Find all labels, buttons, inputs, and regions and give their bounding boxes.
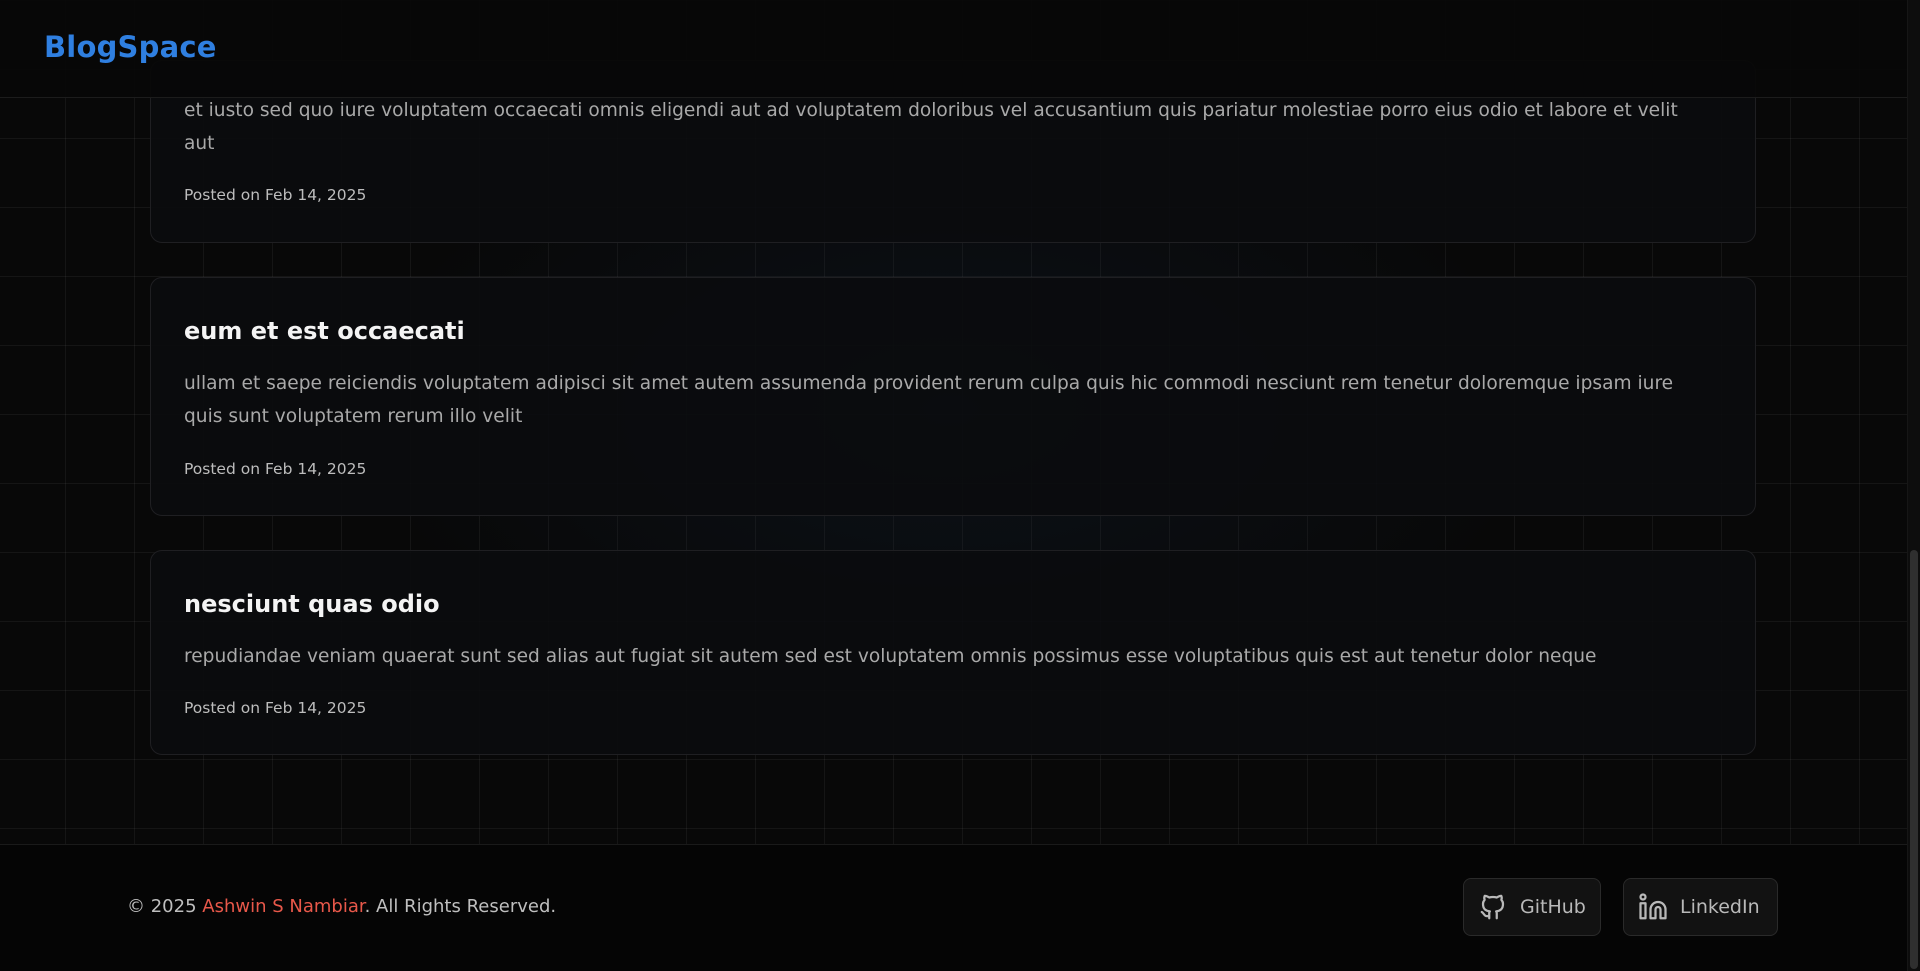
linkedin-button[interactable]: LinkedIn bbox=[1623, 878, 1778, 936]
page: et iusto sed quo iure voluptatem occaeca… bbox=[0, 0, 1920, 971]
post-title[interactable]: eum et est occaecati bbox=[184, 317, 465, 345]
brand-logo-link[interactable]: BlogSpace bbox=[44, 30, 217, 64]
post-date: Posted on Feb 14, 2025 bbox=[184, 699, 367, 717]
copyright-suffix: . All Rights Reserved. bbox=[364, 896, 557, 917]
linkedin-icon bbox=[1638, 892, 1668, 922]
post-title[interactable]: nesciunt quas odio bbox=[184, 590, 440, 618]
github-button[interactable]: GitHub bbox=[1463, 878, 1601, 936]
copyright-prefix: © 2025 bbox=[127, 896, 203, 917]
site-header: BlogSpace bbox=[0, 0, 1920, 98]
copyright-text: © 2025 Ashwin S Nambiar. All Rights Rese… bbox=[127, 896, 556, 917]
page-scrollbar[interactable] bbox=[1907, 0, 1920, 971]
post-date: Posted on Feb 14, 2025 bbox=[184, 460, 367, 478]
github-label: GitHub bbox=[1520, 896, 1586, 918]
site-footer: © 2025 Ashwin S Nambiar. All Rights Rese… bbox=[0, 844, 1920, 971]
post-date: Posted on Feb 14, 2025 bbox=[184, 186, 367, 204]
post-excerpt: ullam et saepe reiciendis voluptatem adi… bbox=[184, 373, 1674, 427]
post-excerpt: et iusto sed quo iure voluptatem occaeca… bbox=[184, 100, 1678, 154]
linkedin-label: LinkedIn bbox=[1680, 896, 1760, 918]
scrollbar-thumb[interactable] bbox=[1910, 550, 1918, 969]
post-card[interactable]: nesciunt quas odio repudiandae veniam qu… bbox=[150, 550, 1756, 755]
post-card[interactable]: eum et est occaecati ullam et saepe reic… bbox=[150, 277, 1756, 516]
author-link[interactable]: Ashwin S Nambiar bbox=[202, 896, 364, 917]
github-icon bbox=[1478, 892, 1508, 922]
post-excerpt: repudiandae veniam quaerat sunt sed alia… bbox=[184, 646, 1597, 667]
